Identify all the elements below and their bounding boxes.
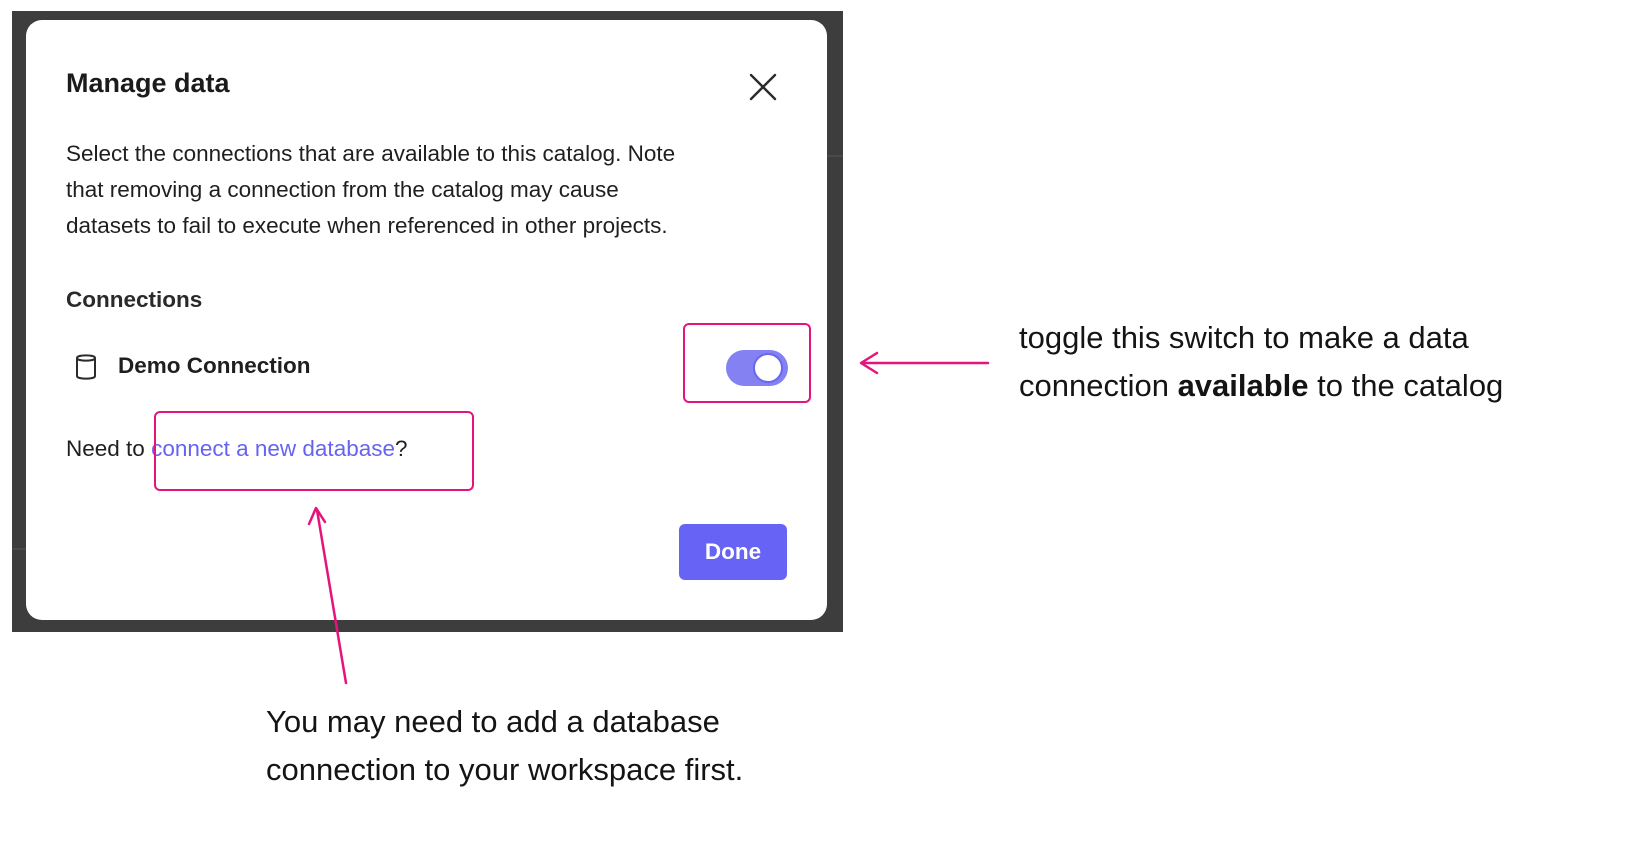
toggle-annotation: toggle this switch to make a data connec…	[1019, 314, 1503, 410]
close-button[interactable]	[744, 68, 782, 106]
link-highlight-box	[154, 411, 474, 491]
backdrop-divider	[827, 155, 843, 157]
annotation-line: connection to your workspace first.	[266, 752, 744, 787]
manage-data-dialog: Manage data Select the connections that …	[26, 20, 827, 620]
arrow-left-icon	[859, 351, 990, 375]
connection-name: Demo Connection	[118, 353, 311, 378]
database-icon	[74, 352, 98, 382]
close-icon	[749, 73, 777, 101]
done-button[interactable]: Done	[679, 524, 787, 580]
description-line: Select the connections that are availabl…	[66, 141, 676, 166]
connections-heading: Connections	[66, 287, 203, 312]
toggle-highlight-box	[683, 323, 811, 403]
dialog-description: Select the connections that are availabl…	[66, 136, 786, 244]
annotation-text: to the catalog	[1308, 368, 1504, 403]
helper-prefix: Need to	[66, 436, 152, 461]
annotation-line: toggle this switch to make a data	[1019, 320, 1469, 355]
link-annotation: You may need to add a database connectio…	[266, 698, 743, 794]
description-line: datasets to fail to execute when referen…	[66, 213, 668, 238]
backdrop-divider	[12, 548, 26, 550]
annotation-line: connection available to the catalog	[1019, 362, 1503, 410]
annotation-line: You may need to add a database	[266, 704, 720, 739]
annotation-text: connection	[1019, 368, 1178, 403]
description-line: that removing a connection from the cata…	[66, 177, 619, 202]
connection-row: Demo Connection	[66, 348, 786, 388]
annotation-bold-text: available	[1177, 368, 1309, 403]
dialog-title: Manage data	[66, 68, 230, 98]
